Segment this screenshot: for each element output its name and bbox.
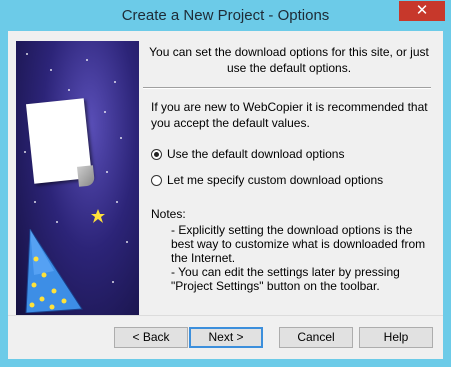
wizard-illustration bbox=[16, 41, 139, 321]
header-divider bbox=[143, 87, 431, 89]
intro-text: You can set the download options for thi… bbox=[149, 45, 429, 75]
radio-default-label: Use the default download options bbox=[167, 147, 345, 161]
next-button[interactable]: Next > bbox=[189, 327, 263, 348]
radio-custom-label: Let me specify custom download options bbox=[167, 173, 384, 187]
notes-label: Notes: bbox=[151, 207, 186, 221]
close-button[interactable]: ✕ bbox=[399, 1, 445, 21]
radio-default-options[interactable]: Use the default download options bbox=[151, 147, 344, 161]
window-title: Create a New Project - Options bbox=[121, 7, 330, 24]
radio-button-unchecked[interactable] bbox=[151, 174, 162, 186]
notes-line: - You can edit the settings later by pre… bbox=[171, 265, 400, 293]
recommendation-text: If you are new to WebCopier it is recomm… bbox=[151, 100, 428, 130]
title-bar[interactable]: Create a New Project - Options ✕ bbox=[0, 0, 451, 31]
cancel-button[interactable]: Cancel bbox=[279, 327, 353, 348]
radio-custom-options[interactable]: Let me specify custom download options bbox=[151, 173, 383, 187]
dialog-client-area: You can set the download options for thi… bbox=[8, 31, 443, 359]
radio-button-checked[interactable] bbox=[151, 148, 162, 160]
notes-line: - Explicitly setting the download option… bbox=[171, 223, 426, 265]
notes-text: - Explicitly setting the download option… bbox=[171, 223, 431, 293]
page-curl-icon bbox=[76, 165, 96, 187]
close-icon: ✕ bbox=[415, 2, 429, 19]
star-icon bbox=[91, 209, 105, 223]
wizard-hat-icon bbox=[25, 229, 83, 313]
help-button[interactable]: Help bbox=[359, 327, 433, 348]
dialog-window: Create a New Project - Options ✕ You can… bbox=[0, 0, 451, 367]
button-bar: < Back Next > Cancel Help bbox=[8, 316, 443, 359]
back-button[interactable]: < Back bbox=[114, 327, 188, 348]
